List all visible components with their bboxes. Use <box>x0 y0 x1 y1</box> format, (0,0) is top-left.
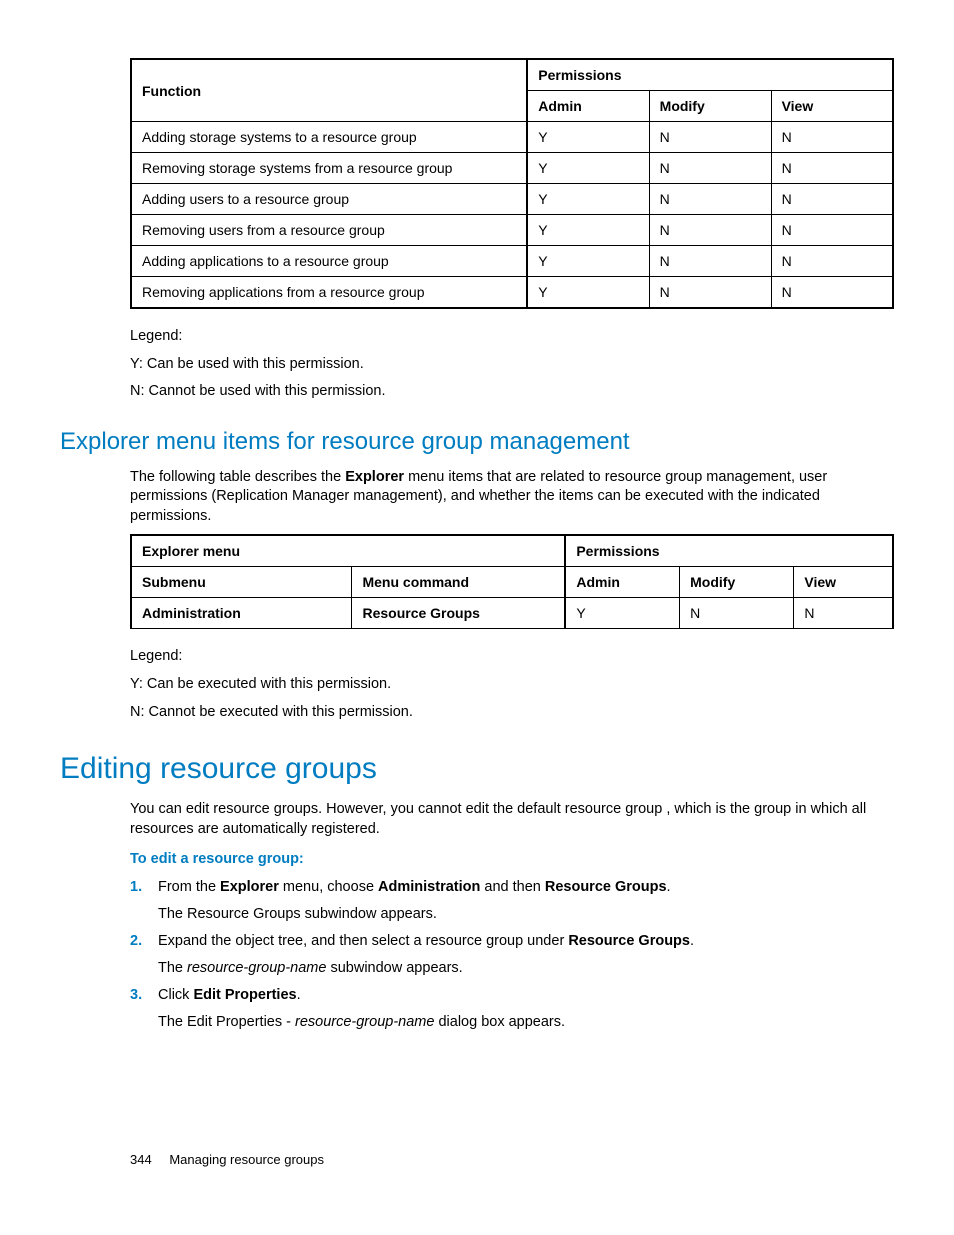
legend-n: N: Cannot be used with this permission. <box>130 382 894 402</box>
legend2-title: Legend: <box>130 647 894 667</box>
procedure-steps: 1. From the Explorer menu, choose Admini… <box>130 877 894 1033</box>
th-admin: Admin <box>527 91 649 122</box>
table-cell: N <box>649 153 771 184</box>
legend-title: Legend: <box>130 327 894 347</box>
step-1: 1. From the Explorer menu, choose Admini… <box>130 877 894 925</box>
legend-y: Y: Can be used with this permission. <box>130 355 894 375</box>
table-cell: Y <box>565 598 679 629</box>
th-admin: Admin <box>565 567 679 598</box>
th-modify: Modify <box>680 567 794 598</box>
table-cell: Adding storage systems to a resource gro… <box>131 122 527 153</box>
table-cell: Y <box>527 246 649 277</box>
table-cell: N <box>649 122 771 153</box>
page-footer: 344 Managing resource groups <box>130 1152 324 1167</box>
table-cell: Resource Groups <box>352 598 565 629</box>
table-cell: Y <box>527 277 649 309</box>
permissions-table-2: Explorer menu Permissions Submenu Menu c… <box>130 534 894 629</box>
legend2-y: Y: Can be executed with this permission. <box>130 675 894 695</box>
th-menucmd: Menu command <box>352 567 565 598</box>
table-cell: N <box>771 277 893 309</box>
th-permissions: Permissions <box>565 535 893 567</box>
th-view: View <box>771 91 893 122</box>
table-cell: N <box>771 215 893 246</box>
legend2-n: N: Cannot be executed with this permissi… <box>130 703 894 723</box>
table-cell: Removing storage systems from a resource… <box>131 153 527 184</box>
step-2: 2. Expand the object tree, and then sele… <box>130 931 894 979</box>
step-3: 3. Click Edit Properties. The Edit Prope… <box>130 985 894 1033</box>
chapter-title: Managing resource groups <box>169 1152 324 1167</box>
th-permissions: Permissions <box>527 59 893 91</box>
editing-intro: You can edit resource groups. However, y… <box>130 800 894 839</box>
th-function: Function <box>131 59 527 122</box>
section-heading-editing: Editing resource groups <box>60 752 894 786</box>
table-cell: Removing applications from a resource gr… <box>131 277 527 309</box>
permissions-table-1: Function Permissions Admin Modify View A… <box>130 58 894 309</box>
table-cell: Y <box>527 215 649 246</box>
table-cell: Y <box>527 153 649 184</box>
table-cell: N <box>771 153 893 184</box>
table-cell: Administration <box>131 598 352 629</box>
section-intro: The following table describes the Explor… <box>130 468 894 527</box>
table-cell: N <box>649 215 771 246</box>
procedure-lead: To edit a resource group: <box>130 851 894 867</box>
th-view: View <box>794 567 893 598</box>
table-cell: Adding applications to a resource group <box>131 246 527 277</box>
table-cell: N <box>680 598 794 629</box>
table-cell: N <box>771 122 893 153</box>
table-cell: Adding users to a resource group <box>131 184 527 215</box>
table-cell: N <box>794 598 893 629</box>
page-number: 344 <box>130 1152 152 1167</box>
table-cell: N <box>649 184 771 215</box>
th-modify: Modify <box>649 91 771 122</box>
table-cell: N <box>771 246 893 277</box>
table-cell: Y <box>527 184 649 215</box>
section-heading-explorer: Explorer menu items for resource group m… <box>60 428 894 456</box>
th-explorer: Explorer menu <box>131 535 565 567</box>
table-cell: N <box>771 184 893 215</box>
table-cell: N <box>649 277 771 309</box>
table-cell: Y <box>527 122 649 153</box>
table-cell: Removing users from a resource group <box>131 215 527 246</box>
table-cell: N <box>649 246 771 277</box>
th-submenu: Submenu <box>131 567 352 598</box>
